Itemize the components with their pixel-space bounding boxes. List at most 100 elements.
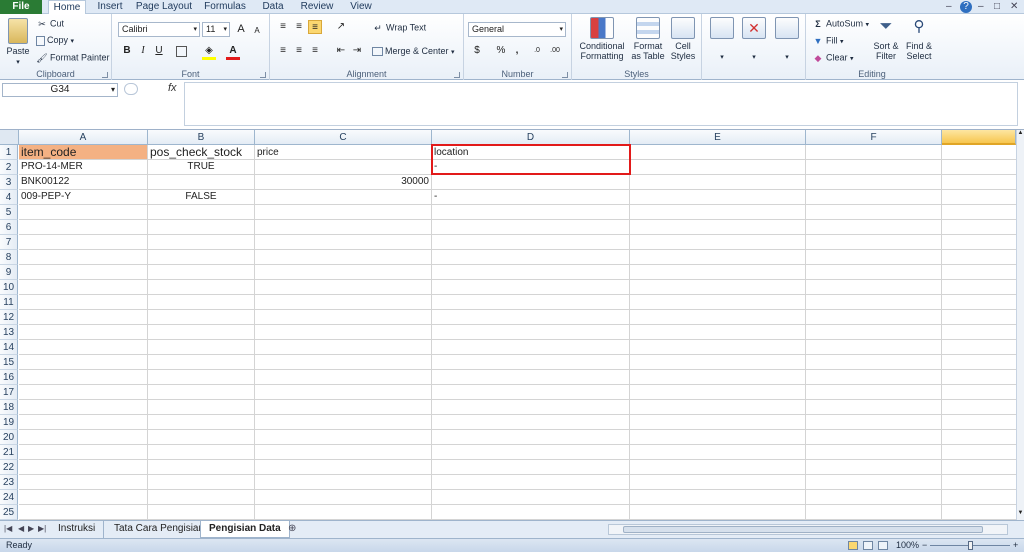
currency-icon[interactable]: $	[470, 44, 484, 58]
cell-b2[interactable]: TRUE	[148, 160, 255, 175]
autosum-button[interactable]: Σ AutoSum ▾	[812, 18, 869, 30]
horizontal-scroll-thumb[interactable]	[623, 526, 983, 533]
align-right-icon[interactable]: ≡	[308, 44, 322, 58]
column-header-e[interactable]: E	[630, 130, 806, 145]
font-name-select[interactable]: Calibri ▾	[118, 22, 200, 37]
horizontal-scrollbar[interactable]	[608, 524, 1008, 535]
sheet-tab-pengisian-data[interactable]: Pengisian Data	[200, 521, 290, 538]
prev-sheet-icon[interactable]: ◀	[18, 524, 24, 533]
vertical-scrollbar[interactable]: ▲ ▼	[1016, 130, 1024, 520]
formula-bar-handle[interactable]	[124, 83, 138, 95]
delete-cells-button[interactable]: ✕ ▾	[738, 17, 770, 63]
last-sheet-icon[interactable]: ▶|	[38, 524, 46, 533]
close-icon[interactable]: ✕	[1010, 1, 1018, 13]
insert-cells-button[interactable]: ▾	[706, 17, 738, 63]
sheet-tab-instruksi[interactable]: Instruksi	[50, 521, 105, 538]
format-cells-button[interactable]: ▾	[770, 17, 804, 63]
row-header[interactable]: 1	[0, 145, 18, 160]
cell-b1[interactable]: pos_check_stock	[148, 145, 255, 160]
tab-page-layout[interactable]: Page Layout	[134, 0, 194, 14]
insert-function-icon[interactable]: fx	[168, 82, 177, 94]
row-header[interactable]: 5	[0, 205, 18, 220]
tab-file[interactable]: File	[0, 0, 42, 14]
cell-a4[interactable]: 009-PEP-Y	[19, 190, 148, 205]
zoom-in-icon[interactable]: +	[1013, 539, 1018, 552]
cell-styles-button[interactable]: Cell Styles	[666, 17, 700, 61]
cell-d4[interactable]: -	[432, 190, 630, 205]
underline-button[interactable]: U	[152, 44, 166, 58]
row-header[interactable]: 7	[0, 235, 18, 250]
minimize-ribbon-icon[interactable]: –	[946, 1, 952, 13]
cell-d1[interactable]: location	[432, 145, 630, 160]
next-sheet-icon[interactable]: ▶	[28, 524, 34, 533]
fill-color-icon[interactable]: ◈	[202, 44, 216, 58]
row-header[interactable]: 21	[0, 445, 18, 460]
percent-button[interactable]: %	[494, 44, 508, 58]
fill-button[interactable]: ▼ Fill ▾	[812, 35, 844, 47]
tab-insert[interactable]: Insert	[92, 0, 128, 14]
clipboard-dialog-launcher-icon[interactable]	[102, 72, 108, 78]
italic-button[interactable]: I	[136, 44, 150, 58]
cell-b4[interactable]: FALSE	[148, 190, 255, 205]
row-header[interactable]: 20	[0, 430, 18, 445]
row-header[interactable]: 14	[0, 340, 18, 355]
minimize-icon[interactable]: –	[978, 1, 984, 13]
row-header[interactable]: 18	[0, 400, 18, 415]
align-left-icon[interactable]: ≡	[276, 44, 290, 58]
comma-button[interactable]: ,	[510, 44, 524, 58]
row-header[interactable]: 6	[0, 220, 18, 235]
row-header[interactable]: 11	[0, 295, 18, 310]
grow-font-button[interactable]: A	[234, 22, 248, 36]
cell-a2[interactable]: PRO-14-MER	[19, 160, 148, 175]
paste-button[interactable]: Paste ▾	[4, 18, 32, 68]
row-header[interactable]: 8	[0, 250, 18, 265]
cell-c3[interactable]: 30000	[255, 175, 432, 190]
cell-c1[interactable]: price	[255, 145, 432, 160]
row-header[interactable]: 15	[0, 355, 18, 370]
sheet-tab-tata-cara-pengisian[interactable]: Tata Cara Pengisian	[106, 521, 214, 538]
row-header[interactable]: 3	[0, 175, 18, 190]
formula-input[interactable]	[184, 82, 1018, 126]
help-icon[interactable]: ?	[960, 1, 972, 13]
clear-button[interactable]: ◆ Clear ▾	[812, 52, 854, 64]
page-layout-view-icon[interactable]	[863, 541, 873, 550]
column-header-a[interactable]: A	[19, 130, 148, 145]
cell-d2[interactable]: -	[432, 160, 630, 175]
align-center-icon[interactable]: ≡	[292, 44, 306, 58]
zoom-out-icon[interactable]: −	[922, 539, 927, 552]
orientation-icon[interactable]: ↗	[334, 20, 348, 34]
alignment-dialog-launcher-icon[interactable]	[454, 72, 460, 78]
align-top-icon[interactable]: ≡	[276, 20, 290, 34]
restore-icon[interactable]: □	[994, 1, 1000, 13]
tab-formulas[interactable]: Formulas	[200, 0, 250, 14]
zoom-slider-thumb[interactable]	[968, 541, 973, 550]
column-header-d[interactable]: D	[432, 130, 630, 145]
row-header[interactable]: 2	[0, 160, 18, 175]
font-size-select[interactable]: 11 ▾	[202, 22, 230, 37]
sort-filter-button[interactable]: ⏷ Sort & Filter	[870, 17, 902, 61]
first-sheet-icon[interactable]: |◀	[4, 524, 12, 533]
insert-sheet-icon[interactable]: ⊕	[288, 523, 296, 534]
format-as-table-button[interactable]: Format as Table	[630, 17, 666, 61]
cell-a1[interactable]: item_code	[19, 145, 148, 160]
tab-home[interactable]: Home	[48, 0, 86, 15]
borders-icon[interactable]	[176, 46, 187, 57]
decrease-indent-icon[interactable]: ⇤	[334, 44, 348, 58]
scroll-down-icon[interactable]: ▼	[1017, 510, 1024, 520]
font-color-icon[interactable]: A	[226, 44, 240, 58]
row-header[interactable]: 23	[0, 475, 18, 490]
row-header[interactable]: 12	[0, 310, 18, 325]
row-header[interactable]: 17	[0, 385, 18, 400]
cut-button[interactable]: ✂ Cut	[36, 18, 64, 30]
column-header-f[interactable]: F	[806, 130, 942, 145]
font-dialog-launcher-icon[interactable]	[260, 72, 266, 78]
copy-button[interactable]: Copy ▾	[36, 35, 74, 47]
row-header[interactable]: 9	[0, 265, 18, 280]
row-header[interactable]: 16	[0, 370, 18, 385]
row-header[interactable]: 13	[0, 325, 18, 340]
increase-decimal-icon[interactable]: .0	[530, 44, 544, 58]
column-header-g[interactable]	[942, 130, 1016, 145]
align-bottom-icon[interactable]: ≡	[308, 20, 322, 34]
bold-button[interactable]: B	[120, 44, 134, 58]
decrease-decimal-icon[interactable]: .00	[548, 44, 562, 58]
